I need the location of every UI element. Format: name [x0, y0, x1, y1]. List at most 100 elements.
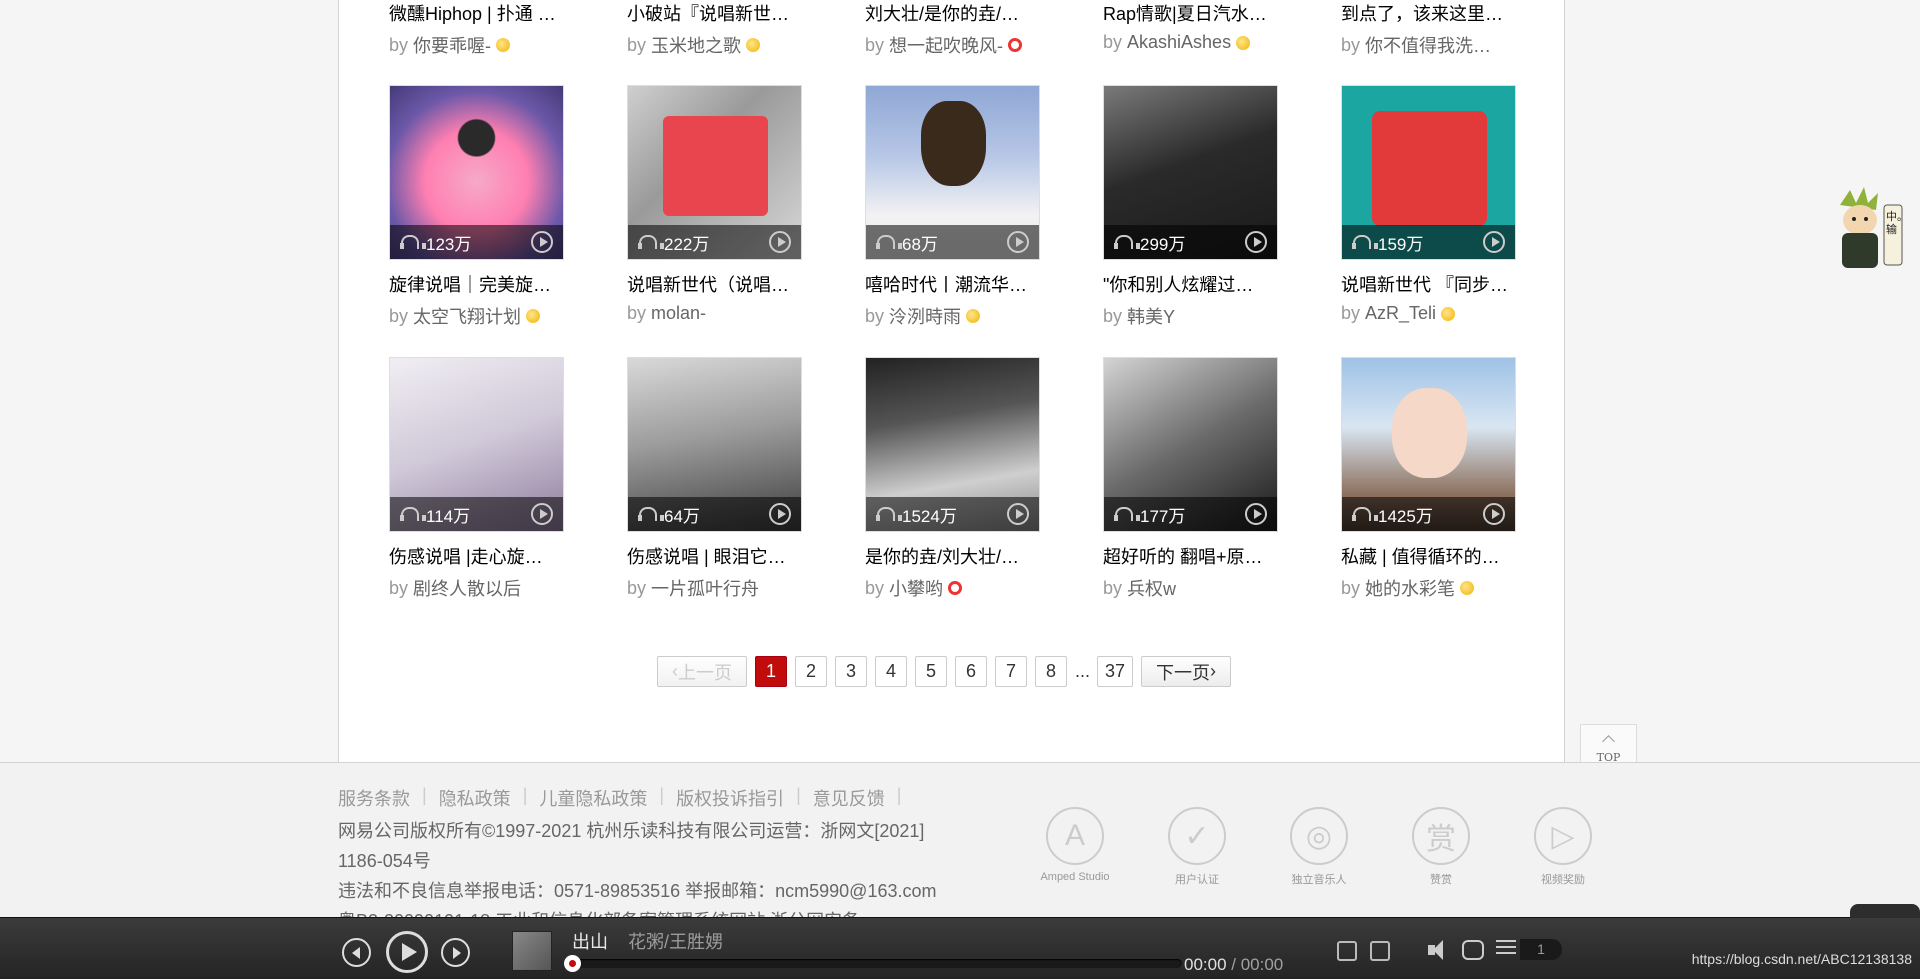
album-thumbnail[interactable] [512, 931, 552, 971]
playlist-card[interactable]: 1524万 是你的垚/刘大壮/… by 小攀哟 [865, 357, 1040, 601]
playlist-card[interactable]: 68万 嘻哈时代丨潮流华… by 泠洌時雨 [865, 85, 1040, 329]
playlist-author[interactable]: 你不值得我洗… [1365, 32, 1491, 58]
playlist-author[interactable]: 韩美Y [1127, 303, 1175, 329]
playlist-author[interactable]: 太空飞翔计划 [413, 303, 521, 329]
footer-link[interactable]: 意见反馈 [813, 785, 885, 811]
playlist-cover[interactable]: 159万 [1341, 85, 1516, 260]
playlist-cover[interactable]: 114万 [389, 357, 564, 532]
play-icon[interactable] [769, 503, 791, 525]
playlist-author[interactable]: 兵权w [1127, 575, 1176, 601]
playlist-title[interactable]: 伤感说唱 | 眼泪它… [627, 543, 802, 569]
playlist-title[interactable]: 小破站『说唱新世… [627, 0, 802, 26]
playlist-card[interactable]: 1425万 私藏 | 值得循环的… by 她的水彩笔 [1341, 357, 1516, 601]
page-7[interactable]: 7 [995, 656, 1027, 687]
playlist-cover[interactable]: 222万 [627, 85, 802, 260]
playlist-author[interactable]: 剧终人散以后 [413, 575, 521, 601]
play-icon[interactable] [1245, 503, 1267, 525]
playlist-author[interactable]: 想一起吹晚风- [889, 32, 1003, 58]
playlist-card[interactable]: 299万 "你和别人炫耀过… by 韩美Y [1103, 85, 1278, 329]
playlist-author[interactable]: molan- [651, 303, 706, 324]
song-title[interactable]: 出山 [572, 928, 608, 954]
play-icon[interactable] [769, 231, 791, 253]
play-icon[interactable] [1007, 503, 1029, 525]
playlist-cover[interactable]: 68万 [865, 85, 1040, 260]
play-button[interactable] [386, 931, 428, 973]
lock-icon[interactable] [1850, 904, 1920, 918]
loop-icon[interactable] [1462, 940, 1484, 960]
page-last[interactable]: 37 [1097, 656, 1134, 687]
play-icon[interactable] [1483, 231, 1505, 253]
footer-badge[interactable]: ◎ 独立音乐人 [1284, 807, 1354, 887]
playlist-author[interactable]: 泠洌時雨 [889, 303, 961, 329]
next-track-button[interactable] [441, 938, 470, 967]
page-3[interactable]: 3 [835, 656, 867, 687]
page-4[interactable]: 4 [875, 656, 907, 687]
playlist-author[interactable]: 你要乖喔- [413, 32, 491, 58]
playlist-card[interactable]: 刘大壮/是你的垚/… by 想一起吹晚风- [865, 0, 1040, 58]
playlist-title[interactable]: Rap情歌|夏日汽水… [1103, 0, 1278, 26]
song-artist[interactable]: 花粥/王胜娚 [628, 928, 723, 954]
playlist-author[interactable]: 小攀哟 [889, 575, 943, 601]
playlist-author[interactable]: AkashiAshes [1127, 32, 1231, 53]
playlist-card[interactable]: 114万 伤感说唱 |走心旋… by 剧终人散以后 [389, 357, 564, 601]
playlist-card[interactable]: 到点了，该来这里… by 你不值得我洗… [1341, 0, 1516, 58]
playlist-title[interactable]: 伤感说唱 |走心旋… [389, 543, 564, 569]
playlist-card[interactable]: 123万 旋律说唱｜完美旋… by 太空飞翔计划 [389, 85, 564, 329]
footer-link[interactable]: 隐私政策 [439, 785, 511, 811]
page-1[interactable]: 1 [755, 656, 787, 687]
playlist-title[interactable]: 超好听的 翻唱+原… [1103, 543, 1278, 569]
playlist-card[interactable]: Rap情歌|夏日汽水… by AkashiAshes [1103, 0, 1278, 53]
playlist-cover[interactable]: 64万 [627, 357, 802, 532]
playlist-cover[interactable]: 1524万 [865, 357, 1040, 532]
prev-page-button[interactable]: ‹ 上一页 [657, 656, 747, 687]
playlist-card[interactable]: 177万 超好听的 翻唱+原… by 兵权w [1103, 357, 1278, 601]
progress-knob[interactable] [564, 955, 581, 972]
playlist-title[interactable]: 说唱新世代 『同步… [1341, 271, 1516, 297]
playlist-author[interactable]: 她的水彩笔 [1365, 575, 1455, 601]
playlist-title[interactable]: 是你的垚/刘大壮/… [865, 543, 1040, 569]
next-page-button[interactable]: 下一页 › [1141, 656, 1232, 687]
playlist-icon[interactable] [1496, 940, 1516, 960]
playlist-author[interactable]: 一片孤叶行舟 [651, 575, 759, 601]
play-icon[interactable] [1483, 503, 1505, 525]
footer-badge[interactable]: ▷ 视频奖励 [1528, 807, 1598, 887]
share-icon[interactable] [1370, 941, 1390, 961]
playlist-title[interactable]: "你和别人炫耀过… [1103, 271, 1278, 297]
playlist-title[interactable]: 微醺Hiphop | 扑通 … [389, 0, 564, 26]
playlist-count[interactable]: 1 [1520, 939, 1562, 960]
playlist-card[interactable]: 64万 伤感说唱 | 眼泪它… by 一片孤叶行舟 [627, 357, 802, 601]
footer-link[interactable]: 儿童隐私政策 [539, 785, 647, 811]
playlist-title[interactable]: 旋律说唱｜完美旋… [389, 271, 564, 297]
page-6[interactable]: 6 [955, 656, 987, 687]
playlist-cover[interactable]: 177万 [1103, 357, 1278, 532]
play-icon[interactable] [1007, 231, 1029, 253]
progress-track[interactable] [564, 955, 1182, 972]
footer-link[interactable]: 版权投诉指引 [676, 785, 784, 811]
previous-track-button[interactable] [342, 938, 371, 967]
page-5[interactable]: 5 [915, 656, 947, 687]
playlist-title[interactable]: 刘大壮/是你的垚/… [865, 0, 1040, 26]
playlist-author[interactable]: AzR_Teli [1365, 303, 1436, 324]
play-icon[interactable] [1245, 231, 1267, 253]
footer-badge[interactable]: A Amped Studio [1040, 807, 1110, 887]
footer-link[interactable]: 服务条款 [338, 785, 410, 811]
playlist-card[interactable]: 微醺Hiphop | 扑通 … by 你要乖喔- [389, 0, 564, 58]
playlist-title[interactable]: 嘻哈时代丨潮流华… [865, 271, 1040, 297]
playlist-cover[interactable]: 1425万 [1341, 357, 1516, 532]
play-icon[interactable] [531, 231, 553, 253]
playlist-cover[interactable]: 123万 [389, 85, 564, 260]
volume-icon[interactable] [1428, 940, 1450, 960]
playlist-card[interactable]: 222万 说唱新世代（说唱… by molan- [627, 85, 802, 324]
add-to-playlist-icon[interactable] [1337, 941, 1357, 961]
page-8[interactable]: 8 [1035, 656, 1067, 687]
footer-badge[interactable]: ✓ 用户认证 [1162, 807, 1232, 887]
page-2[interactable]: 2 [795, 656, 827, 687]
playlist-card[interactable]: 159万 说唱新世代 『同步… by AzR_Teli [1341, 85, 1516, 324]
playlist-card[interactable]: 小破站『说唱新世… by 玉米地之歌 [627, 0, 802, 58]
playlist-title[interactable]: 到点了，该来这里… [1341, 0, 1516, 26]
playlist-title[interactable]: 说唱新世代（说唱… [627, 271, 802, 297]
playlist-author[interactable]: 玉米地之歌 [651, 32, 741, 58]
playlist-cover[interactable]: 299万 [1103, 85, 1278, 260]
footer-badge[interactable]: 赏赞赏 [1406, 807, 1476, 887]
play-icon[interactable] [531, 503, 553, 525]
